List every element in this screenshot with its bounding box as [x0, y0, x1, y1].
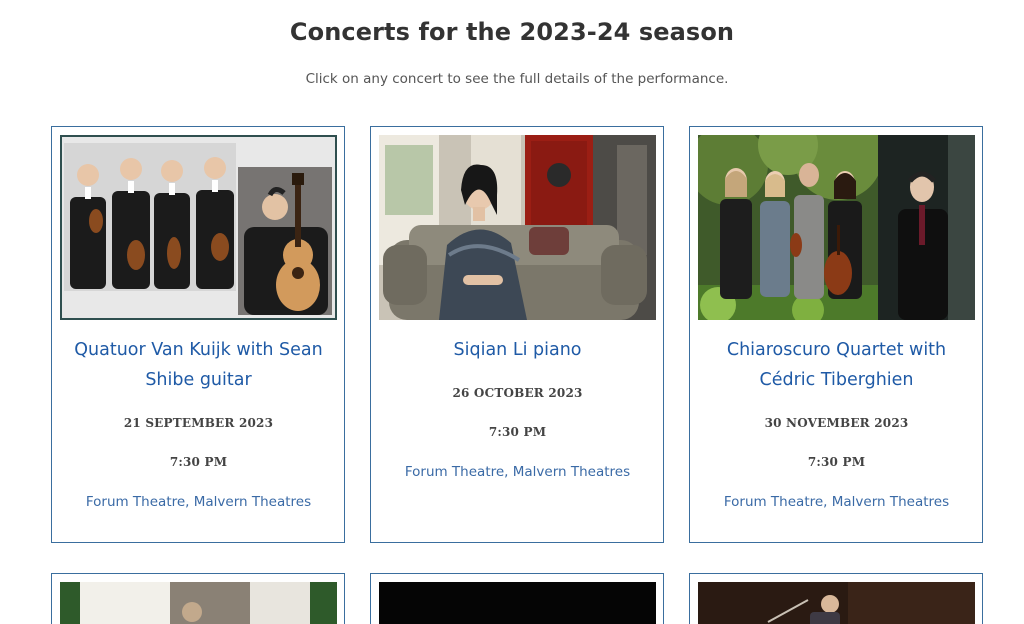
concert-card-van-kuijk[interactable]: Quatuor Van Kuijk with Sean Shibe guitar…: [51, 126, 345, 543]
concert-title-link[interactable]: Chiaroscuro Quartet with Cédric Tiberghi…: [704, 335, 969, 395]
concert-photo-van-kuijk[interactable]: [60, 135, 337, 320]
concert-photo-chiaroscuro[interactable]: [698, 135, 975, 320]
concert-title-link[interactable]: Siqian Li piano: [385, 335, 650, 365]
concert-card-row2-1[interactable]: [51, 573, 345, 624]
concert-venue-link[interactable]: Forum Theatre, Malvern Theatres: [371, 464, 664, 480]
concert-card-row2-2[interactable]: [370, 573, 664, 624]
concert-time: 7:30 PM: [807, 455, 866, 469]
concert-card-row2-3[interactable]: [689, 573, 983, 624]
concert-venue-link[interactable]: Forum Theatre, Malvern Theatres: [52, 494, 345, 510]
concert-photo-row2-3[interactable]: [698, 582, 975, 624]
concert-date: 26 OCTOBER 2023: [452, 386, 583, 400]
concert-title-link[interactable]: Quatuor Van Kuijk with Sean Shibe guitar: [66, 335, 331, 395]
concert-card-chiaroscuro[interactable]: Chiaroscuro Quartet with Cédric Tiberghi…: [689, 126, 983, 543]
concert-photo-row2-2[interactable]: [379, 582, 656, 624]
concert-photo-row2-1[interactable]: [60, 582, 337, 624]
concert-photo-siqian-li[interactable]: [379, 135, 656, 320]
page-title: Concerts for the 2023-24 season: [289, 18, 735, 46]
concert-date: 30 NOVEMBER 2023: [764, 416, 909, 430]
page: Concerts for the 2023-24 season Click on…: [0, 0, 1024, 624]
concert-card-siqian-li[interactable]: Siqian Li piano 26 OCTOBER 2023 7:30 PM …: [370, 126, 664, 543]
concert-time: 7:30 PM: [488, 425, 547, 439]
concert-venue-link[interactable]: Forum Theatre, Malvern Theatres: [690, 494, 983, 510]
page-subtitle: Click on any concert to see the full det…: [305, 71, 729, 87]
concert-time: 7:30 PM: [169, 455, 228, 469]
concert-date: 21 SEPTEMBER 2023: [123, 416, 274, 430]
